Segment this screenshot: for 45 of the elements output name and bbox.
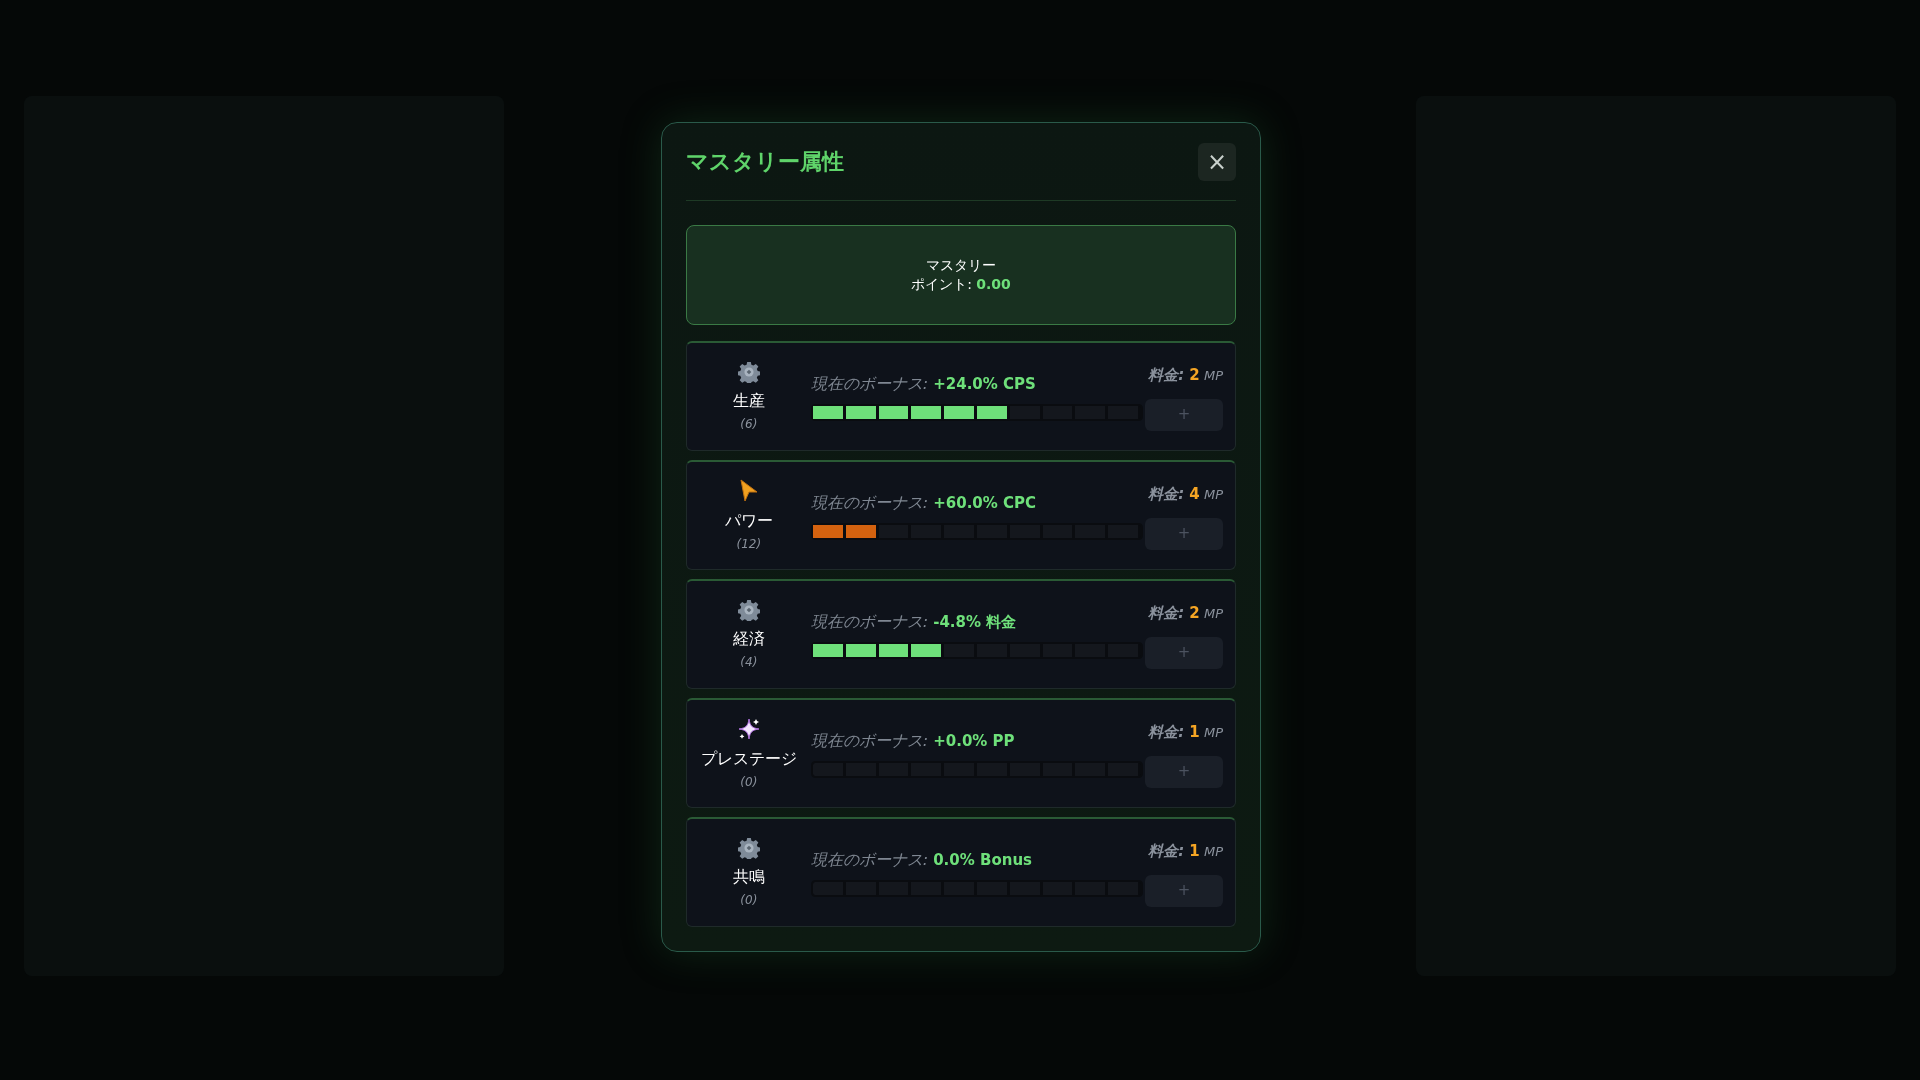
- cost-unit: MP: [1202, 724, 1223, 740]
- points-label: ポイント:: [911, 276, 973, 292]
- close-button[interactable]: ×: [1198, 142, 1236, 181]
- gear-icon: [737, 598, 760, 621]
- attribute-count: (4): [740, 653, 758, 671]
- cost-value: 1: [1189, 722, 1200, 741]
- cost-unit: MP: [1202, 367, 1223, 383]
- cost-unit: MP: [1202, 486, 1223, 502]
- attribute-name: 経済: [732, 628, 765, 649]
- cost-unit: MP: [1202, 843, 1223, 859]
- cursor-icon: [737, 478, 760, 503]
- cost-value: 2: [1189, 603, 1200, 622]
- bonus-value: +24.0% CPS: [933, 375, 1036, 393]
- bonus-label: 現在のボーナス:: [810, 731, 930, 750]
- bonus-label: 現在のボーナス:: [810, 374, 930, 393]
- cost-label: 料金:: [1148, 841, 1186, 860]
- bonus-value: 0.0% Bonus: [933, 851, 1033, 869]
- bonus-value: +60.0% CPC: [933, 494, 1037, 512]
- bonus-value: -4.8% 料金: [933, 613, 1017, 631]
- attribute-name: 生産: [732, 390, 765, 411]
- attribute-count: (6): [740, 415, 758, 433]
- cost-value: 4: [1189, 484, 1200, 503]
- attribute-count: (0): [740, 773, 758, 791]
- sparkle-icon: [736, 716, 761, 741]
- attribute-name: プレステージ: [700, 748, 797, 769]
- dialog-title: マスタリー属性: [686, 148, 844, 176]
- attribute-count: (0): [740, 891, 758, 909]
- bonus-label: 現在のボーナス:: [810, 493, 930, 512]
- points-title: マスタリー: [926, 255, 996, 275]
- cost-label: 料金:: [1148, 484, 1186, 503]
- bonus-label: 現在のボーナス:: [810, 612, 930, 631]
- cost-label: 料金:: [1148, 365, 1186, 384]
- attribute-name: 共鳴: [732, 866, 765, 887]
- cost-label: 料金:: [1148, 603, 1186, 622]
- bonus-label: 現在のボーナス:: [810, 850, 930, 869]
- attribute-count: (12): [736, 535, 762, 553]
- cost-value: 2: [1189, 365, 1200, 384]
- gear-icon: [737, 836, 760, 859]
- cost-unit: MP: [1202, 605, 1223, 621]
- bonus-value: +0.0% PP: [933, 732, 1015, 750]
- points-value: 0.00: [976, 276, 1011, 292]
- gear-icon: [737, 360, 760, 383]
- cost-label: 料金:: [1148, 722, 1186, 741]
- attribute-name: パワー: [724, 510, 773, 531]
- cost-value: 1: [1189, 841, 1200, 860]
